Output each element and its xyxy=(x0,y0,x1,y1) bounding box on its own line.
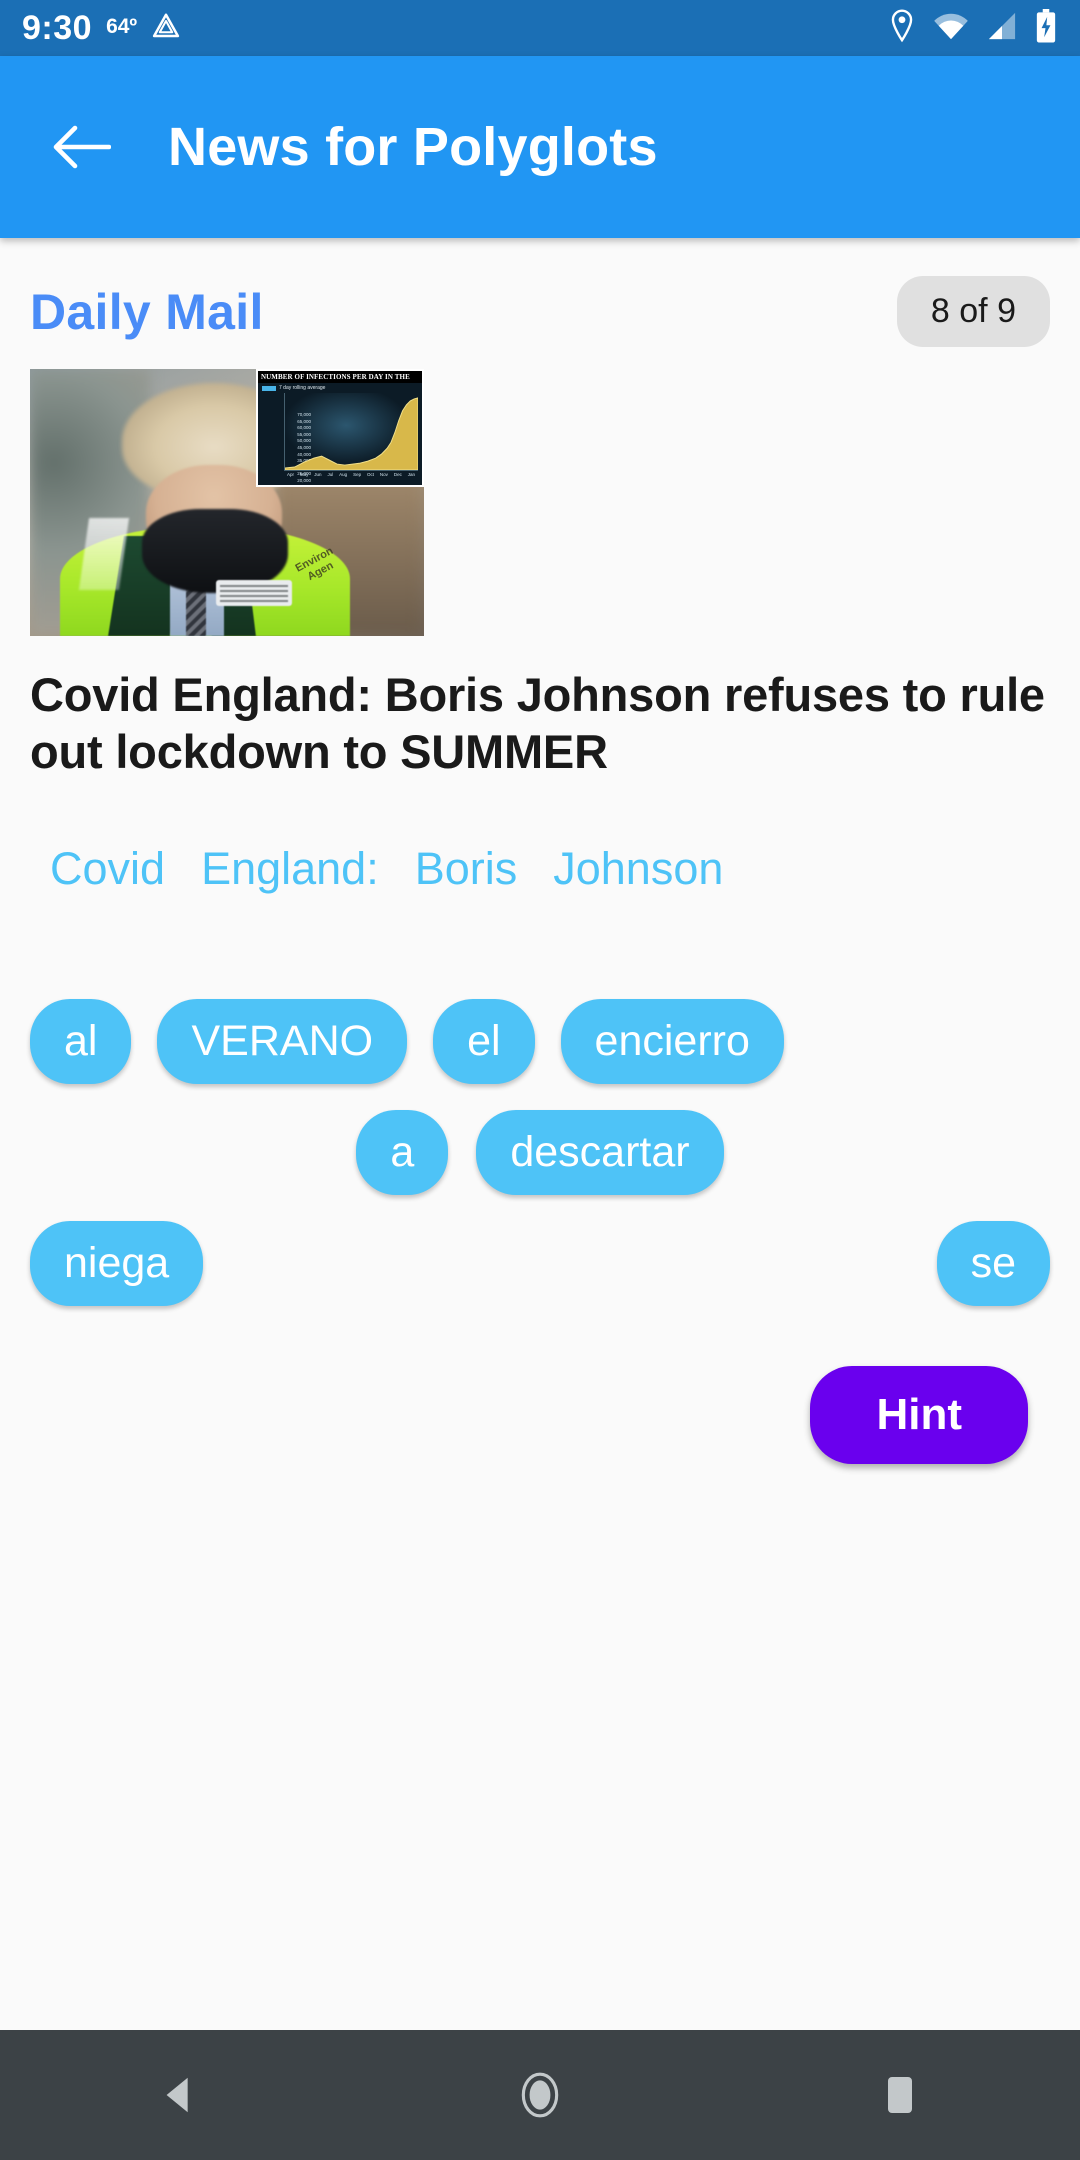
inset-x-tick: Oct xyxy=(366,472,374,477)
nav-back-icon xyxy=(166,2077,188,2113)
app-bar: News for Polyglots xyxy=(0,56,1080,238)
inset-y-tick: 15,000 xyxy=(287,486,311,487)
nav-home-button[interactable] xyxy=(465,2030,615,2160)
nav-back-button[interactable] xyxy=(105,2030,255,2160)
thumb-agency-patch xyxy=(216,580,292,606)
inset-chart-plot: 70,000 65,000 60,000 55,000 50,000 45,000 40,0… xyxy=(284,393,418,482)
inset-x-tick: Sep xyxy=(353,472,362,477)
status-bar-left: 9:30 64º xyxy=(22,10,181,47)
status-time: 9:30 xyxy=(22,9,93,47)
inset-x-tick: Jul xyxy=(327,472,334,477)
nav-recents-icon xyxy=(888,2077,912,2113)
status-temperature: 64º xyxy=(106,14,138,38)
article-headline[interactable]: Covid England: Boris Johnson refuses to … xyxy=(30,666,1050,781)
word-chip[interactable]: niega xyxy=(30,1220,204,1306)
wifi-icon xyxy=(932,11,970,46)
phone-screen: 9:30 64º News for Polyglots Daily Mail 8… xyxy=(0,0,1080,2160)
word-chip-area: al VERANO el encierro a descartar niega se xyxy=(30,998,1050,1306)
hint-row: Hint xyxy=(30,1365,1050,1464)
status-bar-right xyxy=(888,8,1058,48)
word-chip[interactable]: encierro xyxy=(560,998,784,1084)
inset-x-tick: Aug xyxy=(339,472,348,477)
inset-x-tick: Dec xyxy=(393,472,402,477)
inset-chart-title: NUMBER OF INFECTIONS PER DAY IN THE xyxy=(258,371,422,383)
drive-triangle-icon xyxy=(151,10,181,47)
inset-y-tick: 20,000 xyxy=(297,477,311,483)
status-bar: 9:30 64º xyxy=(0,0,1080,56)
word-chip-row: al VERANO el encierro xyxy=(30,998,1050,1084)
inset-y-tick: 25,000 xyxy=(297,471,311,477)
word-chip[interactable]: a xyxy=(356,1109,449,1195)
location-pin-icon xyxy=(888,9,916,48)
system-navigation-bar xyxy=(0,2030,1080,2160)
back-arrow-icon xyxy=(53,125,111,169)
inset-x-tick: Nov xyxy=(379,472,388,477)
source-word-list: Covid England: Boris Johnson xyxy=(30,843,1050,895)
source-word[interactable]: Covid xyxy=(50,843,165,895)
hint-button[interactable]: Hint xyxy=(810,1365,1028,1464)
word-chip[interactable]: al xyxy=(30,998,132,1084)
article-counter-badge: 8 of 9 xyxy=(896,276,1050,347)
source-word[interactable]: England: xyxy=(201,843,379,895)
nav-home-icon xyxy=(521,2072,559,2118)
back-button[interactable] xyxy=(44,110,118,184)
main-content: Daily Mail 8 of 9 Environ Agen NUMBER OF … xyxy=(0,238,1080,2030)
inset-x-tick: Jun xyxy=(314,472,322,477)
word-chip[interactable]: VERANO xyxy=(157,998,408,1084)
word-chip[interactable]: se xyxy=(936,1220,1050,1306)
word-chip-row: a descartar xyxy=(30,1109,1050,1195)
inset-chart-legend: 7 day rolling average xyxy=(258,383,422,393)
inset-chart: NUMBER OF INFECTIONS PER DAY IN THE 7 da… xyxy=(256,369,424,487)
source-row: Daily Mail 8 of 9 xyxy=(30,238,1050,355)
inset-chart-series xyxy=(285,397,418,470)
inset-x-tick: Jan xyxy=(407,472,416,477)
word-chip[interactable]: descartar xyxy=(476,1109,724,1195)
nav-recents-button[interactable] xyxy=(825,2030,975,2160)
battery-charging-icon xyxy=(1034,8,1058,48)
word-chip-row: niega se xyxy=(30,1220,1050,1306)
page-title: News for Polyglots xyxy=(168,117,658,177)
source-word[interactable]: Boris xyxy=(415,843,518,895)
cellular-signal-icon xyxy=(986,11,1018,46)
source-word[interactable]: Johnson xyxy=(553,843,723,895)
source-name[interactable]: Daily Mail xyxy=(30,283,264,341)
article-thumbnail[interactable]: Environ Agen NUMBER OF INFECTIONS PER DAY… xyxy=(30,369,424,636)
inset-legend-label: 7 day rolling average xyxy=(279,385,326,391)
inset-legend-swatch xyxy=(262,385,276,391)
word-chip[interactable]: el xyxy=(433,998,535,1084)
